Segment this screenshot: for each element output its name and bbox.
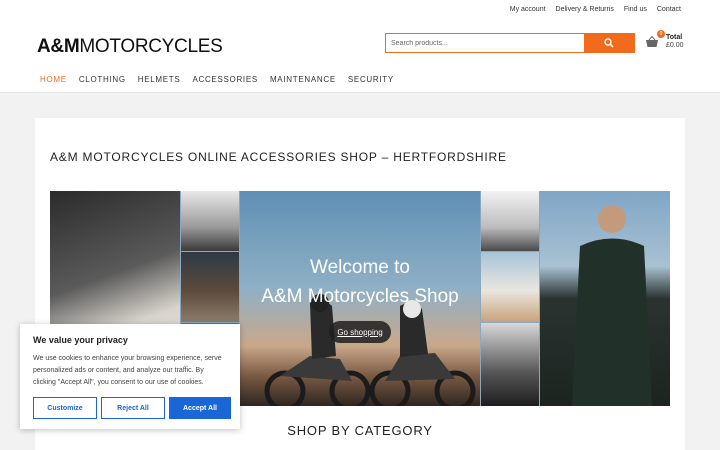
hero-line-1: Welcome to (310, 257, 410, 278)
nav-security[interactable]: SECURITY (348, 75, 394, 84)
basket-icon: 0 (645, 30, 665, 49)
nav-home[interactable]: HOME (40, 75, 67, 84)
page-title: A&M MOTORCYCLES ONLINE ACCESSORIES SHOP … (50, 150, 507, 164)
cookie-title: We value your privacy (33, 335, 128, 345)
nav-helmets[interactable]: HELMETS (138, 75, 181, 84)
nav-accessories[interactable]: ACCESSORIES (192, 75, 258, 84)
search-button[interactable] (584, 34, 634, 52)
main-nav: HOME CLOTHING HELMETS ACCESSORIES MAINTE… (40, 75, 394, 84)
hero-photo-jacket-model (540, 191, 670, 406)
cookie-consent-banner: We value your privacy We use cookies to … (20, 324, 240, 429)
go-shopping-button[interactable]: Go shopping (329, 321, 391, 343)
cart-count-badge: 0 (657, 30, 665, 38)
customize-button[interactable]: Customize (33, 397, 97, 419)
contact-link[interactable]: Contact (657, 6, 681, 13)
hero-photo-helmet-rider (481, 191, 539, 251)
model-silhouette (572, 205, 652, 406)
nav-clothing[interactable]: CLOTHING (79, 75, 126, 84)
top-links: My account Delivery & Returns Find us Co… (510, 6, 681, 13)
hero-photo-couple (181, 252, 239, 322)
delivery-returns-link[interactable]: Delivery & Returns (556, 6, 614, 13)
cart-total-label: Total (666, 34, 683, 41)
reject-all-button[interactable]: Reject All (101, 397, 165, 419)
accept-all-button[interactable]: Accept All (169, 397, 231, 419)
site-header: My account Delivery & Returns Find us Co… (0, 0, 720, 93)
hero-photo-rider-bw (181, 191, 239, 251)
logo-bold: A&M (37, 36, 80, 57)
search-bar (385, 33, 635, 53)
hero-photo-tshirt (481, 252, 539, 322)
my-account-link[interactable]: My account (510, 6, 546, 13)
cookie-description: We use cookies to enhance your browsing … (33, 355, 222, 386)
hero-photo-couple-bike (481, 323, 539, 406)
nav-maintenance[interactable]: MAINTENANCE (270, 75, 336, 84)
search-input[interactable] (386, 34, 584, 52)
cart[interactable]: 0 Total £0.00 (645, 30, 684, 50)
cart-amount: £0.00 (666, 42, 684, 49)
logo-light: MOTORCYCLES (79, 36, 223, 57)
hero-line-2: A&M Motorcycles Shop (261, 286, 459, 307)
search-icon (604, 38, 614, 48)
hero-welcome-text: Welcome to A&M Motorcycles Shop (240, 253, 480, 311)
find-us-link[interactable]: Find us (624, 6, 647, 13)
site-logo[interactable]: A&MMOTORCYCLES (37, 36, 223, 58)
